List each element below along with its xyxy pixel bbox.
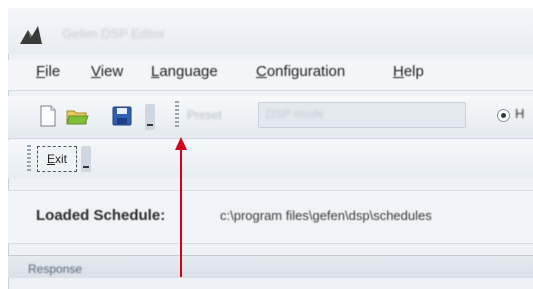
window-title: Gefen DSP Editor	[62, 26, 166, 41]
mode-radio-label: H	[515, 106, 525, 121]
save-disk-icon[interactable]	[110, 104, 134, 128]
secondary-toolbar-overflow-dropdown[interactable]	[81, 146, 91, 172]
exit-button[interactable]: Exit	[37, 146, 77, 172]
menu-help[interactable]: Help	[393, 63, 424, 80]
menu-configuration[interactable]: Configuration	[256, 63, 345, 80]
menu-language[interactable]: Language	[151, 63, 218, 80]
menu-file[interactable]: File	[36, 63, 60, 80]
new-file-icon[interactable]	[36, 104, 60, 128]
preset-combo-value: DSP mode	[266, 107, 324, 121]
toolbar-grip-handle[interactable]	[175, 101, 179, 129]
loaded-schedule-label: Loaded Schedule:	[36, 207, 166, 224]
toolbar-overflow-dropdown[interactable]	[145, 104, 155, 130]
open-folder-icon[interactable]	[65, 104, 89, 128]
annotation-arrow-shaft	[180, 148, 182, 277]
left-margin	[0, 0, 8, 277]
loaded-schedule-path: c:\program files\gefen\dsp\schedules	[220, 208, 432, 223]
secondary-toolbar-grip[interactable]	[27, 145, 31, 171]
mode-radio-button[interactable]	[497, 109, 510, 122]
response-panel-header	[8, 255, 533, 278]
response-panel-label: Response	[28, 262, 83, 276]
app-logo-icon	[20, 26, 42, 44]
preset-combo-label: Preset	[187, 108, 222, 122]
menu-view[interactable]: View	[91, 63, 123, 80]
